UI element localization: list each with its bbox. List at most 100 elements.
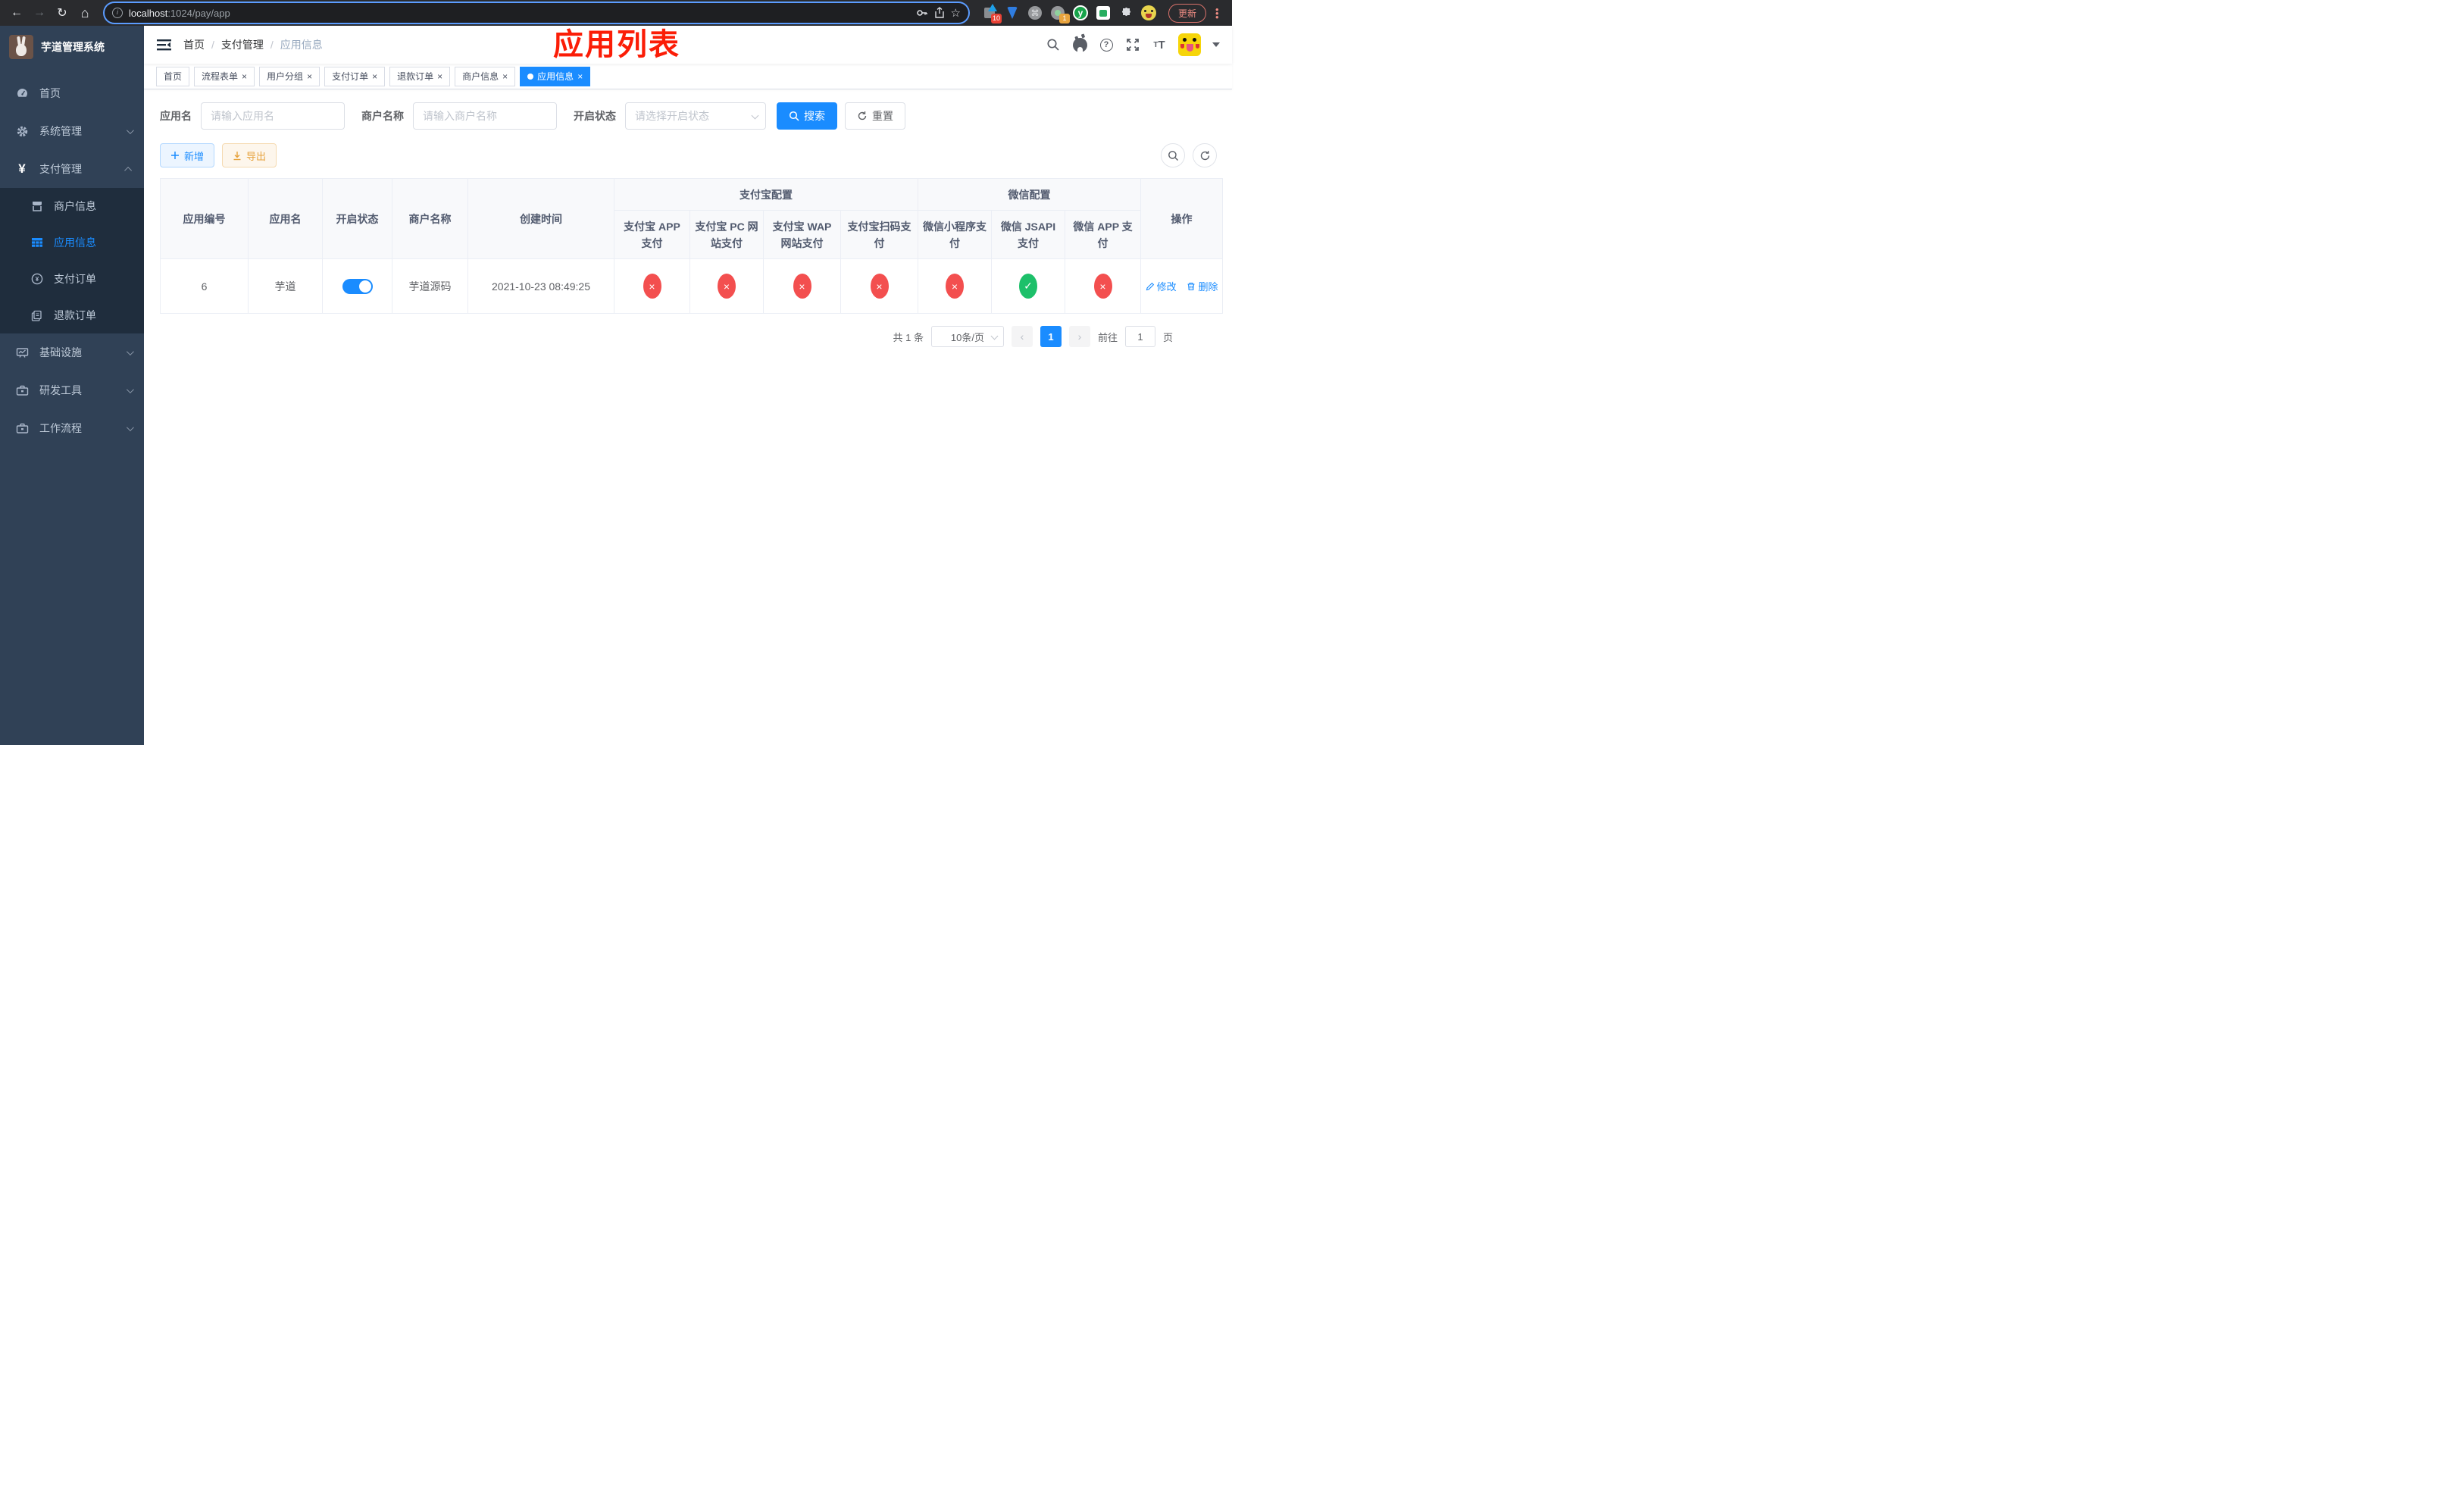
- url-text[interactable]: localhost:1024/pay/app: [129, 8, 910, 19]
- fullscreen-icon[interactable]: [1125, 37, 1140, 52]
- cell-merchant: 芋道源码: [392, 258, 468, 314]
- extension-gem-icon[interactable]: [1005, 5, 1020, 20]
- status-select-input[interactable]: [625, 102, 766, 130]
- close-icon[interactable]: ×: [372, 72, 377, 81]
- store-icon: [30, 200, 43, 213]
- search-icon[interactable]: [1046, 37, 1061, 52]
- close-icon[interactable]: ×: [242, 72, 247, 81]
- page-size-select[interactable]: 10条/页: [930, 326, 1004, 347]
- search-button[interactable]: 搜索: [777, 102, 837, 130]
- app-title: 芋道管理系统: [41, 41, 105, 53]
- col-header-wx-app: 微信 APP 支付: [1064, 210, 1142, 259]
- font-size-icon[interactable]: TT: [1152, 37, 1167, 52]
- sidebar-item-app-info[interactable]: 应用信息: [0, 224, 144, 261]
- extensions-cluster: 10 ⌘ 1 y: [982, 4, 1156, 23]
- col-group-alipay: 支付宝配置: [614, 178, 918, 211]
- extension-blocks-icon[interactable]: 10: [982, 4, 1002, 23]
- add-button[interactable]: 新增: [160, 143, 215, 167]
- sidebar-item-label: 基础设施: [39, 346, 82, 358]
- chevron-down-icon: [990, 332, 999, 340]
- delete-link[interactable]: 删除: [1187, 279, 1218, 293]
- address-bar[interactable]: i localhost:1024/pay/app ☆: [105, 3, 968, 23]
- payment-submenu: 商户信息 应用信息 ¥ 支付订单 退款订单: [0, 188, 144, 333]
- grid-icon: [30, 236, 43, 249]
- toggle-search-button[interactable]: [1161, 143, 1185, 167]
- col-header-name: 应用名: [248, 178, 323, 259]
- edit-link[interactable]: 修改: [1146, 279, 1177, 293]
- site-info-icon[interactable]: i: [112, 8, 123, 18]
- sidebar-collapse-icon[interactable]: [156, 37, 171, 52]
- goto-page-input[interactable]: [1124, 326, 1155, 347]
- close-icon[interactable]: ×: [502, 72, 508, 81]
- browser-update-button[interactable]: 更新: [1168, 3, 1207, 23]
- status-cross-icon: ×: [793, 274, 811, 299]
- col-header-wx-mini: 微信小程序支付: [918, 210, 992, 259]
- merchant-name-label: 商户名称: [361, 110, 404, 122]
- tab-home[interactable]: 首页: [156, 66, 190, 86]
- sidebar-item-workflow[interactable]: 工作流程: [0, 409, 144, 447]
- prev-page-button[interactable]: ‹: [1011, 326, 1033, 347]
- avatar-caret-icon[interactable]: [1212, 42, 1220, 47]
- password-key-icon[interactable]: [916, 7, 928, 19]
- col-header-created: 创建时间: [467, 178, 614, 259]
- browser-menu-icon[interactable]: • • •: [1215, 5, 1219, 22]
- sidebar-item-infra[interactable]: 基础设施: [0, 333, 144, 371]
- breadcrumb-home[interactable]: 首页: [183, 37, 205, 52]
- refresh-button[interactable]: [1193, 143, 1217, 167]
- app-name-input[interactable]: [201, 102, 345, 130]
- tab-app-info[interactable]: 应用信息 ×: [520, 66, 591, 86]
- cell-id: 6: [160, 258, 249, 314]
- merchant-name-input[interactable]: [413, 102, 557, 130]
- close-icon[interactable]: ×: [437, 72, 442, 81]
- sidebar-item-label: 首页: [39, 87, 61, 99]
- tab-refund-order[interactable]: 退款订单 ×: [389, 66, 451, 86]
- status-toggle[interactable]: [342, 278, 373, 294]
- sidebar-item-refund-order[interactable]: 退款订单: [0, 297, 144, 333]
- sidebar-item-devtools[interactable]: 研发工具: [0, 371, 144, 409]
- tags-view: 首页 流程表单 × 用户分组 × 支付订单 × 退款订单 × 商户信息 × 应用信息 ×: [144, 64, 1232, 89]
- chevron-down-icon: [126, 126, 134, 134]
- share-icon[interactable]: [934, 7, 945, 19]
- browser-back-icon[interactable]: ←: [8, 4, 26, 22]
- sidebar-item-pay-order[interactable]: ¥ 支付订单: [0, 261, 144, 297]
- current-page[interactable]: 1: [1040, 326, 1062, 347]
- next-page-button[interactable]: ›: [1068, 326, 1090, 347]
- profile-avatar-icon[interactable]: [1141, 5, 1156, 20]
- chevron-up-icon: [124, 166, 133, 174]
- sidebar: 芋道管理系统 首页 系统管理 ¥ 支付管理 商户信息 应用信息 ¥ 支付订单 退…: [0, 26, 144, 745]
- bookmark-star-icon[interactable]: ☆: [951, 6, 961, 20]
- breadcrumb-payment[interactable]: 支付管理: [221, 37, 264, 52]
- github-icon[interactable]: [1072, 37, 1087, 52]
- extension-chat-icon[interactable]: [1096, 5, 1111, 20]
- tab-pay-order[interactable]: 支付订单 ×: [324, 66, 386, 86]
- close-icon[interactable]: ×: [577, 72, 583, 81]
- extension-y-icon[interactable]: y: [1073, 5, 1088, 20]
- export-button[interactable]: 导出: [222, 143, 277, 167]
- status-check-icon: ✓: [1019, 274, 1037, 299]
- browser-reload-icon[interactable]: ↻: [53, 4, 71, 22]
- sidebar-item-merchant-info[interactable]: 商户信息: [0, 188, 144, 224]
- help-icon[interactable]: ?: [1099, 37, 1114, 52]
- user-avatar[interactable]: [1178, 33, 1201, 56]
- yen-icon: ¥: [18, 161, 26, 176]
- chevron-down-icon: [126, 423, 134, 431]
- sidebar-item-label: 支付管理: [39, 163, 82, 175]
- tab-merchant-info[interactable]: 商户信息 ×: [455, 66, 516, 86]
- browser-home-icon[interactable]: ⌂: [76, 4, 94, 22]
- close-icon[interactable]: ×: [307, 72, 312, 81]
- reset-button[interactable]: 重置: [845, 102, 905, 130]
- tab-user-group[interactable]: 用户分组 ×: [259, 66, 321, 86]
- extensions-puzzle-icon[interactable]: [1118, 5, 1134, 20]
- col-header-ops: 操作: [1140, 178, 1224, 259]
- extension-command-icon[interactable]: ⌘: [1027, 5, 1043, 20]
- col-header-alipay-pc: 支付宝 PC 网站支付: [689, 210, 764, 259]
- tab-process-form[interactable]: 流程表单 ×: [194, 66, 255, 86]
- status-label: 开启状态: [574, 110, 616, 122]
- sidebar-item-home[interactable]: 首页: [0, 74, 144, 112]
- sidebar-item-system[interactable]: 系统管理: [0, 112, 144, 150]
- sidebar-logo[interactable]: 芋道管理系统: [0, 26, 144, 68]
- sidebar-item-payment[interactable]: ¥ 支付管理: [0, 150, 144, 188]
- status-select[interactable]: [625, 102, 766, 130]
- extension-record-icon[interactable]: 1: [1050, 5, 1070, 23]
- browser-forward-icon[interactable]: →: [30, 4, 48, 22]
